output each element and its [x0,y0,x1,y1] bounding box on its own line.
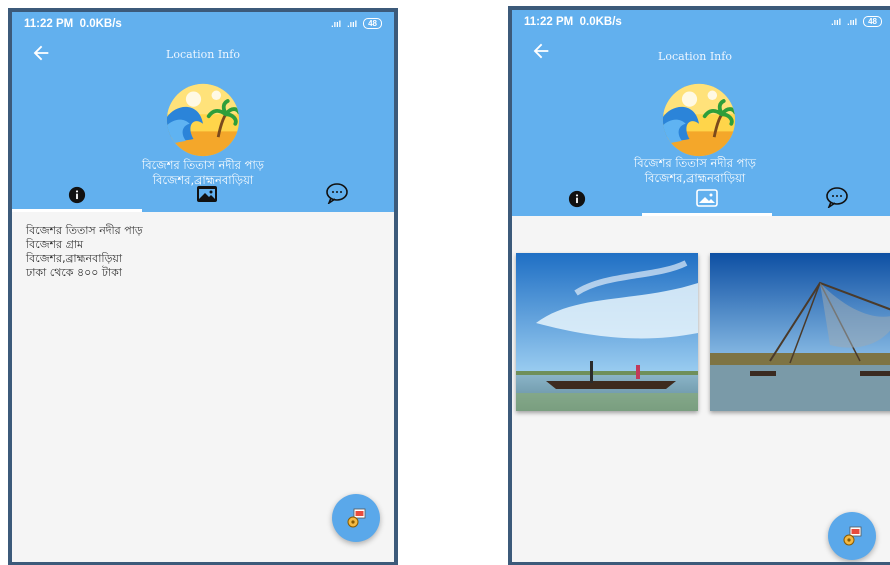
tab-bar [12,166,394,212]
info-line: বিজেশর,ব্রাহ্মনবাড়িয়া [26,252,123,265]
photo-gallery [516,253,890,413]
battery-icon: 48 [863,16,882,27]
info-icon [68,186,86,204]
gallery-photo[interactable] [516,253,698,411]
tab-comments[interactable] [772,170,890,214]
app-bar: 11:22 PM 0.0KB/s .ııl .ııl 48 Location I… [512,10,890,216]
info-line: বিজেশর তিতাস নদীর পাড় [26,224,143,237]
signal-icon: .ııl [847,16,858,27]
app-bar: 11:22 PM 0.0KB/s .ııl .ııl 48 Location I… [12,12,394,212]
signal-icon: .ııl [347,18,358,29]
phone-gallery-screen: 11:22 PM 0.0KB/s .ııl .ııl 48 Location I… [508,6,890,565]
gallery-photo[interactable] [710,253,890,411]
screenshot-stage: 11:22 PM 0.0KB/s .ııl .ııl 48 Location I… [0,0,890,565]
status-bar: 11:22 PM 0.0KB/s .ııl .ııl 48 [24,18,382,34]
info-icon [568,190,586,208]
info-content: বিজেশর তিতাস নদীর পাড় বিজেশর গ্রাম বিজে… [12,212,394,292]
map-fab-button[interactable] [332,494,380,542]
chat-icon [326,183,348,204]
tab-gallery[interactable] [142,166,272,210]
gallery-icon [197,186,217,202]
tab-info[interactable] [512,170,642,214]
status-time: 11:22 PM 0.0KB/s [24,18,122,30]
info-line: বিজেশর গ্রাম [26,238,84,251]
tab-gallery[interactable] [642,170,772,214]
status-indicators: .ııl .ııl 48 [831,16,882,27]
page-title: Location Info [658,50,732,63]
beach-logo-icon [662,83,736,157]
tab-bar [512,170,890,216]
map-pin-icon [347,508,366,528]
chat-icon [826,187,848,208]
phone-info-screen: 11:22 PM 0.0KB/s .ııl .ııl 48 Location I… [8,8,398,565]
page-title: Location Info [166,48,240,61]
status-indicators: .ııl .ııl 48 [331,18,382,29]
tab-indicator [642,213,772,216]
map-pin-icon [843,526,862,546]
status-bar: 11:22 PM 0.0KB/s .ııl .ııl 48 [524,16,882,32]
beach-logo-icon [166,83,240,157]
tab-comments[interactable] [272,166,394,210]
fishing-net-photo [710,253,890,411]
gallery-icon [696,189,718,207]
map-fab-button[interactable] [828,512,876,560]
status-time: 11:22 PM 0.0KB/s [524,16,622,28]
tab-indicator [12,209,142,212]
tab-info[interactable] [12,166,142,210]
signal-icon: .ııl [331,18,342,29]
info-line: ঢাকা থেকে ৪০০ টাকা [26,266,123,279]
battery-icon: 48 [363,18,382,29]
river-boat-photo [516,253,698,411]
signal-icon: .ııl [831,16,842,27]
